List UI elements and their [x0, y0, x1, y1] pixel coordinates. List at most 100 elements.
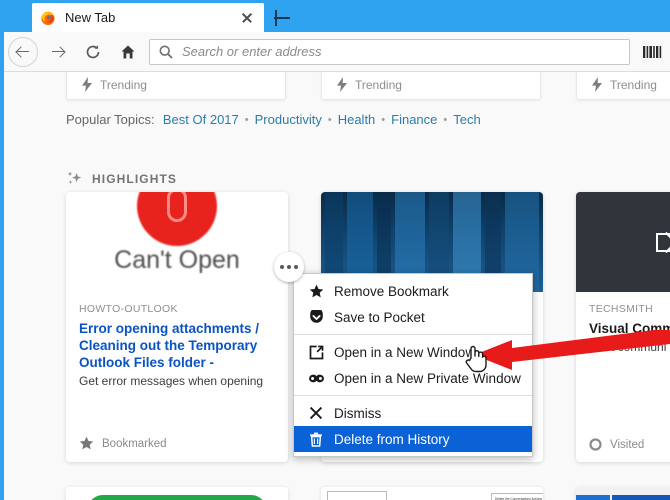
popular-topics: Popular Topics: Best Of 2017 • Productivit… [66, 112, 482, 127]
topic-separator: • [381, 114, 386, 126]
browser-window: New Tab Search or enter address Trending… [0, 0, 670, 500]
trending-label: Trending [355, 78, 402, 92]
card-body: HOWTO-OUTLOOK Error opening attachments … [66, 292, 288, 389]
navigation-toolbar: Search or enter address [0, 32, 670, 72]
thumbnail-text: Can't Open [114, 246, 240, 274]
library-button[interactable] [636, 37, 670, 67]
card-title[interactable]: Error opening attachments / Cleaning out… [79, 320, 275, 371]
trending-label: Trending [100, 78, 147, 92]
highlights-header: HIGHLIGHTS [66, 170, 177, 187]
card-status: Bookmarked [79, 436, 167, 451]
pocket-icon [306, 309, 326, 325]
topic-separator: • [443, 114, 448, 126]
menu-separator [294, 334, 532, 335]
card-description: Start communi effectively. Che [589, 340, 670, 354]
close-icon[interactable] [238, 9, 256, 27]
tab-title: New Tab [65, 10, 116, 25]
menu-item-dismiss[interactable]: Dismiss [294, 400, 532, 426]
topic-link-tech[interactable]: Tech [453, 112, 480, 127]
trash-icon [306, 432, 326, 447]
popular-topics-label: Popular Topics: [66, 112, 155, 127]
clock-icon [589, 438, 602, 451]
trending-card[interactable]: Trending [321, 72, 541, 100]
menu-item-label: Open in a New Private Window [334, 370, 521, 386]
ellipsis-icon [293, 265, 298, 269]
techsmith-logo: Tec [656, 229, 670, 255]
address-bar[interactable]: Search or enter address [149, 38, 630, 65]
highlight-card[interactable]: Can't Open HOWTO-OUTLOOK Error opening a… [66, 192, 288, 462]
new-tab-button[interactable] [268, 4, 296, 32]
card-source: TECHSMITH [589, 303, 653, 315]
new-tab-page: Trending Trending Trending Popular Topic… [0, 72, 670, 500]
ellipsis-icon [280, 265, 285, 269]
menu-item-open-new-private-window[interactable]: Open in a New Private Window [294, 365, 532, 391]
sparkle-icon [67, 171, 82, 184]
address-bar-placeholder: Search or enter address [182, 44, 322, 59]
tab-bar: New Tab [0, 0, 670, 32]
card-source: HOWTO-OUTLOOK [79, 303, 178, 315]
card-context-menu: Remove Bookmark Save to Pocket Open in a… [293, 273, 533, 457]
menu-item-delete-from-history[interactable]: Delete from History [294, 426, 532, 452]
back-button[interactable] [8, 36, 38, 67]
card-thumbnail: Tec [576, 192, 670, 292]
topic-link-best-of-2017[interactable]: Best Of 2017 [163, 112, 239, 127]
lightning-icon [337, 77, 347, 92]
ellipsis-icon [287, 265, 291, 269]
highlights-title: HIGHLIGHTS [92, 171, 177, 186]
close-icon [306, 406, 326, 420]
lightning-icon [592, 77, 602, 92]
tab-new-tab[interactable]: New Tab [32, 3, 264, 32]
new-window-icon [306, 345, 326, 360]
paperclip-icon [167, 192, 187, 222]
home-button[interactable] [113, 37, 143, 67]
topic-link-finance[interactable]: Finance [391, 112, 437, 127]
menu-item-label: Remove Bookmark [334, 283, 449, 299]
card-description: Get error messages when opening [79, 374, 264, 388]
card-thumbnail [576, 487, 670, 500]
firefox-icon [40, 10, 56, 26]
window-edge-strip [0, 0, 4, 500]
library-icon [643, 45, 662, 58]
private-window-icon [306, 373, 326, 384]
topic-link-productivity[interactable]: Productivity [255, 112, 322, 127]
arrow-left-icon [16, 45, 30, 59]
highlight-card-partial[interactable] [576, 487, 670, 500]
card-body: TECHSMITH Visual Comm Software | T Start… [576, 292, 670, 355]
lightning-icon [82, 77, 92, 92]
techsmith-mark-icon [656, 232, 670, 252]
card-status-label: Bookmarked [102, 437, 167, 450]
menu-item-save-to-pocket[interactable]: Save to Pocket [294, 304, 532, 330]
highlight-card[interactable]: Tec TECHSMITH Visual Comm Software | T S… [576, 192, 670, 462]
forward-button[interactable] [43, 37, 73, 67]
menu-item-label: Delete from History [334, 431, 450, 447]
topic-link-health[interactable]: Health [338, 112, 376, 127]
card-thumbnail [66, 487, 288, 500]
trending-row: Trending Trending Trending [0, 72, 670, 100]
hand-pointer-cursor [465, 345, 487, 373]
arrow-right-icon [51, 45, 65, 59]
menu-separator [294, 395, 532, 396]
card-thumbnail: Can't Open [66, 192, 288, 292]
menu-item-label: Open in a New Window [334, 344, 476, 360]
menu-item-remove-bookmark[interactable]: Remove Bookmark [294, 278, 532, 304]
card-context-menu-button[interactable] [274, 252, 304, 282]
search-icon [158, 44, 174, 60]
star-icon [306, 284, 326, 299]
card-status: Visited [589, 438, 644, 451]
menu-item-label: Dismiss [334, 405, 382, 421]
card-title[interactable]: Visual Comm Software | T [589, 320, 670, 337]
menu-item-label: Save to Pocket [334, 309, 425, 325]
trending-card[interactable]: Trending [66, 72, 286, 100]
highlight-card-partial[interactable]: New old Delete the Conversations Actions… [321, 487, 543, 500]
reload-icon [86, 44, 100, 58]
card-status-label: Visited [610, 438, 645, 451]
home-icon [121, 45, 135, 58]
trending-card[interactable]: Trending [576, 72, 670, 100]
topic-separator: • [244, 114, 249, 126]
topic-separator: • [327, 114, 332, 126]
reload-button[interactable] [78, 37, 108, 67]
highlight-card-partial[interactable] [66, 487, 288, 500]
star-icon [79, 436, 94, 450]
menu-item-open-new-window[interactable]: Open in a New Window [294, 339, 532, 365]
trending-label: Trending [610, 78, 657, 92]
